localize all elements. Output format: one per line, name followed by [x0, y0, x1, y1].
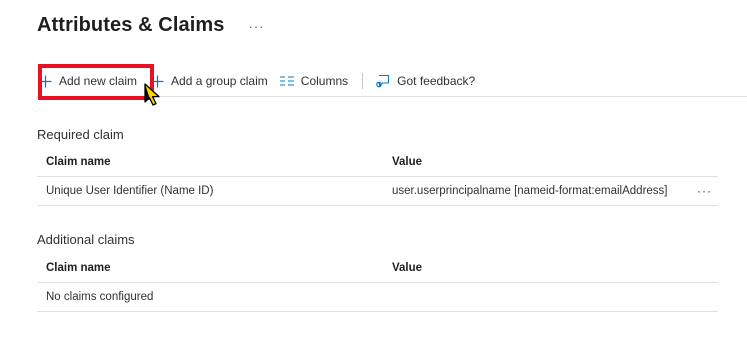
additional-claims-heading: Additional claims	[37, 232, 135, 247]
columns-icon	[279, 76, 294, 86]
columns-label: Columns	[300, 74, 349, 88]
row-more-options-icon[interactable]: ···	[697, 184, 712, 198]
required-claim-heading: Required claim	[37, 127, 124, 142]
got-feedback-label: Got feedback?	[397, 74, 476, 88]
got-feedback-button[interactable]: Got feedback?	[375, 74, 475, 89]
page-title: Attributes & Claims	[37, 14, 225, 36]
column-header-value: Value	[392, 156, 423, 168]
required-claims-table: Claim name Value Unique User Identifier …	[37, 148, 718, 206]
plus-icon	[39, 75, 52, 88]
table-header-row: Claim name Value	[37, 254, 718, 283]
empty-state-row: No claims configured	[37, 283, 718, 312]
add-group-claim-label: Add a group claim	[171, 74, 268, 88]
column-header-value: Value	[392, 262, 423, 274]
more-options-icon[interactable]: ···	[249, 19, 265, 34]
additional-claims-table: Claim name Value No claims configured	[37, 254, 718, 312]
add-new-claim-label: Add new claim	[59, 74, 138, 88]
empty-state-text: No claims configured	[46, 291, 154, 303]
claim-value-cell: user.userprincipalname [nameid-format:em…	[392, 185, 668, 197]
toolbar-divider	[362, 73, 364, 89]
feedback-icon	[375, 74, 390, 89]
add-new-claim-button[interactable]: Add new claim	[39, 74, 137, 88]
table-row[interactable]: Unique User Identifier (Name ID) user.us…	[37, 177, 718, 206]
mouse-pointer-icon	[144, 83, 160, 106]
table-header-row: Claim name Value	[37, 148, 718, 177]
column-header-claim-name: Claim name	[46, 262, 111, 274]
add-group-claim-button[interactable]: Add a group claim	[151, 74, 268, 88]
column-header-claim-name: Claim name	[46, 156, 111, 168]
page-header: Attributes & Claims ···	[37, 14, 265, 37]
columns-button[interactable]: Columns	[279, 74, 349, 88]
claim-name-cell: Unique User Identifier (Name ID)	[46, 185, 214, 197]
